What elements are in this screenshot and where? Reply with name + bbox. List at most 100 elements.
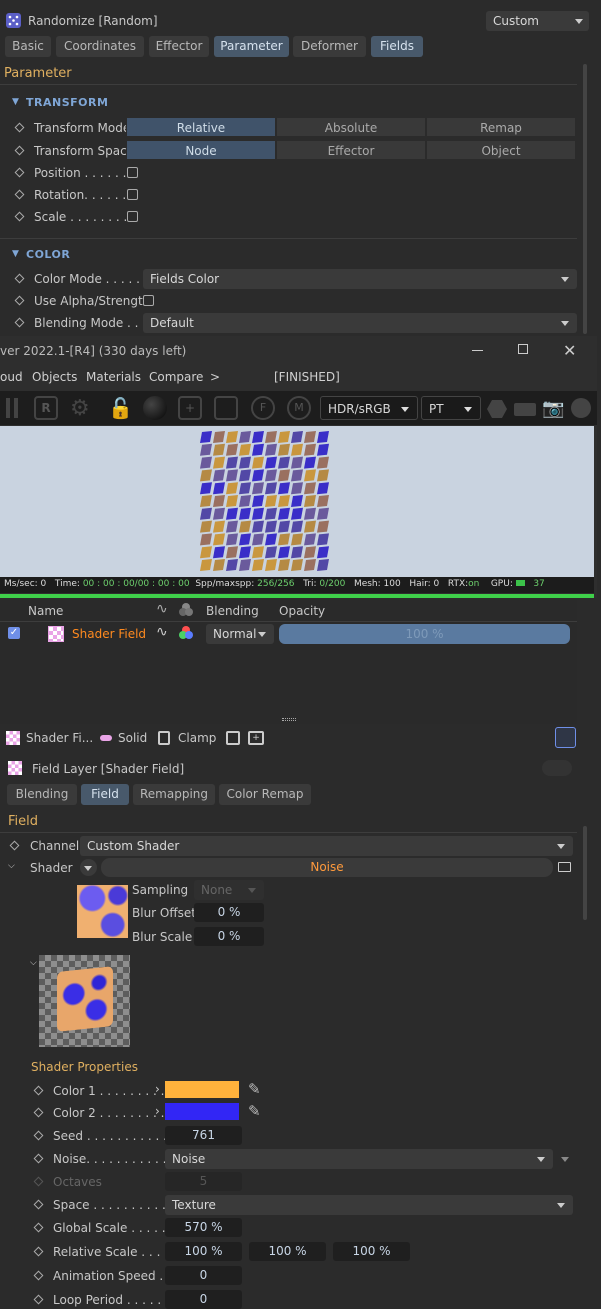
- opacity-slider[interactable]: 100 %: [279, 624, 570, 644]
- transform-space-effector[interactable]: Effector: [276, 140, 426, 160]
- transform-mode-absolute[interactable]: Absolute: [276, 117, 426, 137]
- menu-compare[interactable]: Compare: [149, 370, 203, 384]
- collapse-chevron-icon[interactable]: ⌵: [30, 958, 37, 968]
- rgb-icon[interactable]: [178, 626, 194, 640]
- tab-basic[interactable]: Basic: [5, 36, 51, 57]
- sampling-dropdown[interactable]: None: [194, 880, 264, 900]
- expand-arrow-icon[interactable]: ›: [155, 1104, 160, 1118]
- color1-swatch[interactable]: [165, 1081, 239, 1098]
- field-enabled-checkbox[interactable]: ✓: [8, 627, 20, 639]
- expand-arrow-icon[interactable]: ›: [155, 1082, 160, 1096]
- minimize-icon[interactable]: [472, 350, 483, 351]
- menu-cloud[interactable]: oud: [0, 370, 23, 384]
- tab-deformer[interactable]: Deformer: [293, 36, 366, 57]
- tab-field[interactable]: Field: [81, 784, 129, 805]
- curve-icon[interactable]: ∿: [156, 624, 168, 640]
- scrollbar[interactable]: [583, 826, 587, 920]
- keyframe-diamond-icon[interactable]: [14, 295, 25, 306]
- loop-period-input[interactable]: 0: [165, 1290, 242, 1309]
- keyframe-diamond-icon[interactable]: [33, 1222, 44, 1233]
- keyframe-diamond-icon[interactable]: [33, 1153, 44, 1164]
- tab-coordinates[interactable]: Coordinates: [56, 36, 144, 57]
- keyframe-diamond-icon[interactable]: [14, 189, 25, 200]
- noise-extra-arrow-icon[interactable]: [561, 1157, 569, 1162]
- blur-scale-input[interactable]: 0 %: [194, 927, 264, 946]
- keyframe-diamond-icon[interactable]: [14, 122, 25, 133]
- relative-scale-z-input[interactable]: 100 %: [333, 1242, 410, 1261]
- color-space-dropdown[interactable]: HDR/sRGB: [320, 396, 418, 420]
- blending-mode-dropdown[interactable]: Default: [143, 313, 577, 333]
- transform-space-object[interactable]: Object: [426, 140, 576, 160]
- maximize-icon[interactable]: [518, 344, 528, 354]
- add-clamp-button[interactable]: Clamp: [178, 731, 216, 745]
- blur-offset-input[interactable]: 0 %: [194, 903, 264, 922]
- layer-icon[interactable]: [226, 731, 240, 745]
- material-ball-icon[interactable]: [143, 396, 167, 420]
- seed-input[interactable]: 761: [165, 1126, 242, 1145]
- keyframe-diamond-icon[interactable]: [33, 1085, 44, 1096]
- scale-checkbox[interactable]: [127, 211, 138, 222]
- keyframe-diamond-icon[interactable]: [14, 167, 25, 178]
- keyframe-diamond-icon[interactable]: [33, 1246, 44, 1257]
- layer-preset-toggle[interactable]: [542, 760, 572, 776]
- space-dropdown[interactable]: Texture: [165, 1195, 573, 1215]
- folder-icon[interactable]: [558, 862, 571, 872]
- channel-dropdown[interactable]: Custom Shader: [80, 836, 573, 856]
- collapse-chevron-icon[interactable]: ▼: [12, 249, 19, 259]
- add-region-icon[interactable]: +: [178, 396, 202, 420]
- tab-parameter[interactable]: Parameter: [214, 36, 289, 57]
- keyframe-diamond-icon[interactable]: [33, 1199, 44, 1210]
- field-blend-dropdown[interactable]: Normal: [206, 624, 274, 644]
- menu-objects[interactable]: Objects: [32, 370, 77, 384]
- render-kernel-dropdown[interactable]: PT: [421, 396, 481, 420]
- keyframe-diamond-icon[interactable]: [33, 1130, 44, 1141]
- use-alpha-checkbox[interactable]: [143, 295, 154, 306]
- scrollbar[interactable]: [583, 64, 587, 334]
- shader-slot[interactable]: Noise: [101, 858, 553, 877]
- region-icon[interactable]: [214, 396, 238, 420]
- collapse-chevron-icon[interactable]: ▼: [12, 97, 19, 107]
- film-icon[interactable]: [514, 403, 536, 416]
- color2-swatch[interactable]: [165, 1103, 239, 1120]
- animation-speed-input[interactable]: 0: [165, 1266, 242, 1285]
- eyedropper-icon[interactable]: ✎: [248, 1102, 261, 1120]
- relative-scale-x-input[interactable]: 100 %: [165, 1242, 242, 1261]
- keyframe-diamond-icon[interactable]: [33, 1294, 44, 1305]
- material-picker-icon[interactable]: M: [287, 396, 311, 420]
- focus-picker-icon[interactable]: F: [251, 396, 275, 420]
- keyframe-diamond-icon[interactable]: [33, 1107, 44, 1118]
- relative-scale-y-input[interactable]: 100 %: [249, 1242, 326, 1261]
- collapse-chevron-icon[interactable]: ⌵: [8, 861, 15, 871]
- transform-space-node[interactable]: Node: [126, 140, 276, 160]
- preset-dropdown[interactable]: Custom: [486, 11, 589, 31]
- tab-remapping[interactable]: Remapping: [133, 784, 215, 805]
- rotation-checkbox[interactable]: [127, 189, 138, 200]
- panel-toggle-icon[interactable]: [555, 727, 576, 748]
- menu-materials[interactable]: Materials: [86, 370, 141, 384]
- transform-mode-relative[interactable]: Relative: [126, 117, 276, 137]
- add-folder-icon[interactable]: +: [248, 731, 264, 745]
- position-checkbox[interactable]: [127, 167, 138, 178]
- keyframe-diamond-icon[interactable]: [14, 145, 25, 156]
- keyframe-diamond-icon[interactable]: [14, 317, 25, 328]
- restart-icon[interactable]: R: [34, 396, 58, 420]
- eyedropper-icon[interactable]: ✎: [248, 1080, 261, 1098]
- add-solid-button[interactable]: Solid: [118, 731, 147, 745]
- field-name[interactable]: Shader Field: [72, 627, 146, 641]
- sphere-icon[interactable]: [571, 398, 591, 418]
- tab-effector[interactable]: Effector: [149, 36, 209, 57]
- menu-more[interactable]: >: [210, 370, 220, 384]
- tab-color-remap[interactable]: Color Remap: [219, 784, 311, 805]
- close-icon[interactable]: ✕: [563, 341, 576, 360]
- camera-icon[interactable]: 📷: [542, 398, 564, 419]
- keyframe-diamond-icon[interactable]: [9, 840, 20, 851]
- pause-icon[interactable]: [4, 396, 22, 420]
- keyframe-diamond-icon[interactable]: [33, 1270, 44, 1281]
- keyframe-diamond-icon[interactable]: [14, 273, 25, 284]
- lock-icon[interactable]: 🔓: [108, 396, 133, 420]
- transform-mode-remap[interactable]: Remap: [426, 117, 576, 137]
- add-shader-field-button[interactable]: Shader Fi...: [26, 731, 93, 745]
- settings-gear-icon[interactable]: ⚙: [70, 396, 90, 421]
- noise-dropdown[interactable]: Noise: [165, 1149, 553, 1169]
- tab-fields[interactable]: Fields: [371, 36, 423, 57]
